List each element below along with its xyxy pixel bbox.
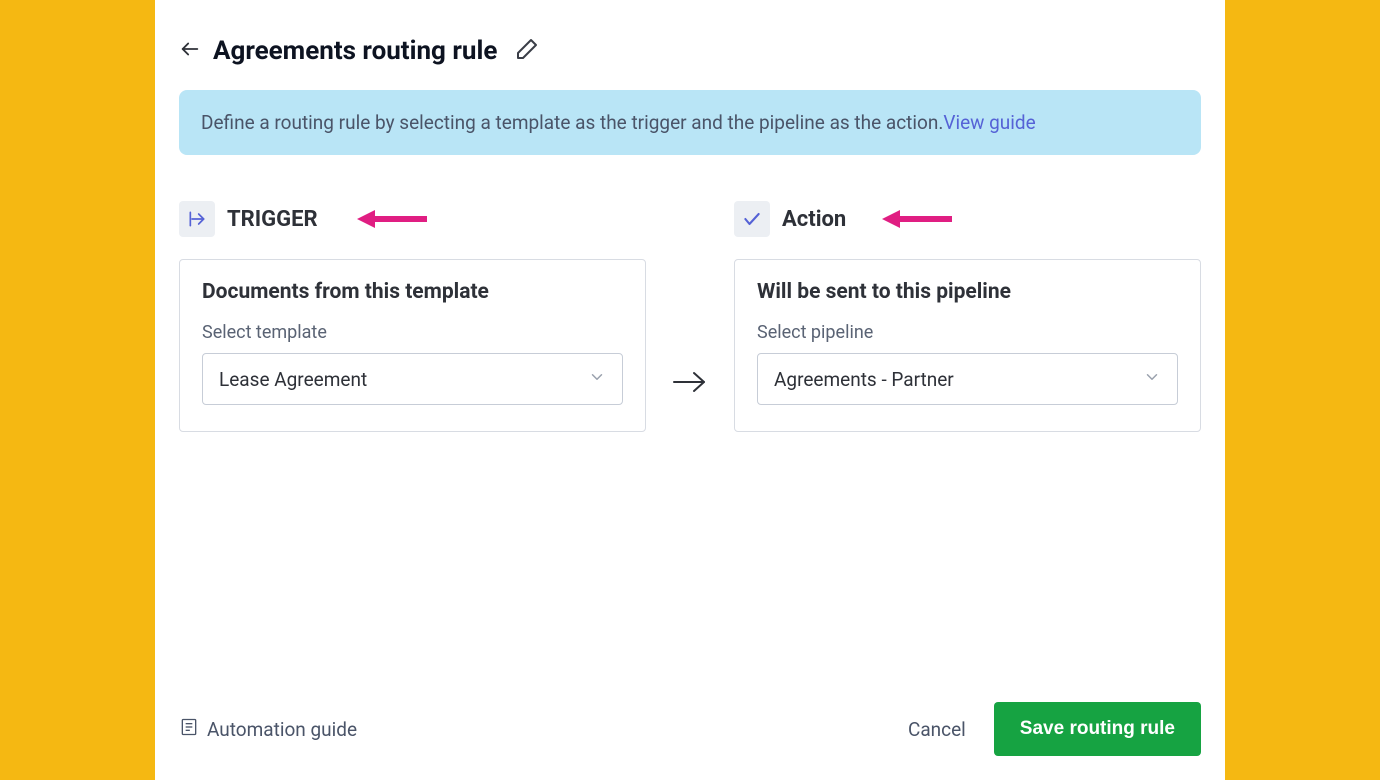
sections-row: TRIGGER Documents from this template Sel…: [179, 201, 1201, 432]
template-field-label: Select template: [202, 322, 623, 343]
action-header: Action: [734, 201, 1201, 237]
automation-guide-link[interactable]: Automation guide: [179, 717, 357, 742]
pipeline-selected-value: Agreements - Partner: [774, 368, 954, 391]
trigger-label: TRIGGER: [227, 207, 318, 232]
trigger-card: Documents from this template Select temp…: [179, 259, 646, 432]
edit-pencil-icon[interactable]: [509, 37, 539, 65]
guide-icon: [179, 717, 199, 742]
flow-arrow-icon: [662, 201, 718, 432]
cancel-button[interactable]: Cancel: [908, 718, 966, 741]
view-guide-link[interactable]: View guide: [943, 111, 1035, 134]
action-section: Action Will be sent to this pipeline Sel…: [734, 201, 1201, 432]
pipeline-field-label: Select pipeline: [757, 322, 1178, 343]
trigger-icon: [179, 201, 215, 237]
footer-actions: Cancel Save routing rule: [908, 702, 1201, 756]
trigger-header: TRIGGER: [179, 201, 646, 237]
trigger-card-title: Documents from this template: [202, 280, 623, 304]
save-routing-rule-button[interactable]: Save routing rule: [994, 702, 1201, 756]
template-select[interactable]: Lease Agreement: [202, 353, 623, 405]
action-card-title: Will be sent to this pipeline: [757, 280, 1178, 304]
automation-guide-label: Automation guide: [207, 718, 357, 741]
pointer-arrow-icon: [357, 208, 429, 234]
page-container: Agreements routing rule Define a routing…: [155, 0, 1225, 780]
back-arrow-icon[interactable]: [179, 38, 201, 64]
footer-row: Automation guide Cancel Save routing rul…: [179, 678, 1201, 756]
pointer-arrow-icon: [882, 208, 954, 234]
chevron-down-icon: [1143, 368, 1161, 391]
template-selected-value: Lease Agreement: [219, 368, 367, 391]
banner-text: Define a routing rule by selecting a tem…: [201, 111, 943, 134]
pipeline-select[interactable]: Agreements - Partner: [757, 353, 1178, 405]
action-label: Action: [782, 207, 846, 232]
action-icon: [734, 201, 770, 237]
chevron-down-icon: [588, 368, 606, 391]
info-banner: Define a routing rule by selecting a tem…: [179, 90, 1201, 155]
trigger-section: TRIGGER Documents from this template Sel…: [179, 201, 646, 432]
header-row: Agreements routing rule: [179, 36, 1201, 66]
action-card: Will be sent to this pipeline Select pip…: [734, 259, 1201, 432]
page-title: Agreements routing rule: [213, 36, 497, 66]
